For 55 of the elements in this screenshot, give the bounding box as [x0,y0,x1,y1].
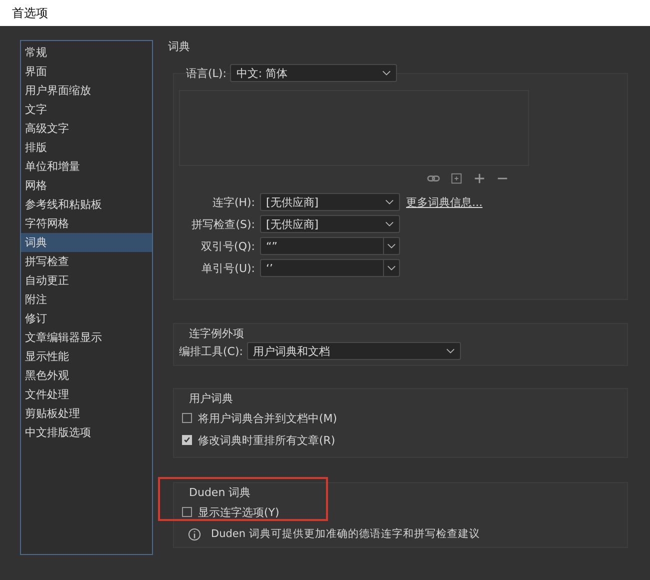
field-label: 单引号(U): [200,260,255,276]
category-item[interactable]: 文件处理 [21,385,152,404]
field-label: 编排工具(C): [179,344,243,358]
category-item[interactable]: 用户界面缩放 [21,81,152,100]
category-item[interactable]: 参考线和粘贴板 [21,195,152,214]
dropdown[interactable]: [无供应商] [260,193,400,211]
category-item[interactable]: 附注 [21,290,152,309]
info-icon [188,528,201,540]
language-dropdown[interactable]: 中文: 简体 [230,64,398,82]
plus-icon[interactable] [473,172,486,185]
category-item[interactable]: 拼写检查 [21,252,152,271]
category-item[interactable]: 自动更正 [21,271,152,290]
category-item[interactable]: 常规 [21,43,152,62]
category-item[interactable]: 界面 [21,62,152,81]
chevron-icon [382,70,392,76]
section-title: 词典 [168,39,191,55]
chevron-icon [387,265,396,271]
combo-box[interactable]: “” [260,237,400,255]
checkbox[interactable] [182,435,192,445]
group-title: Duden 词典 [189,485,252,501]
chevron-icon [385,221,394,227]
category-item[interactable]: 词典 [21,233,152,252]
more-info-link[interactable]: 更多词典信息... [406,194,482,210]
checkbox[interactable] [182,507,192,517]
chevron-icon [446,348,455,354]
category-item[interactable]: 排版 [21,138,152,157]
category-item[interactable]: 剪贴板处理 [21,404,152,423]
checkbox-label[interactable]: 显示连字选项(Y) [198,504,280,520]
window-title: 首选项 [12,4,48,22]
category-item[interactable]: 黑色外观 [21,366,152,385]
category-item[interactable]: 单位和增量 [21,157,152,176]
add-box-icon[interactable] [450,172,463,185]
group-title: 用户词典 [189,391,234,407]
chevron-icon [385,199,394,205]
category-item[interactable]: 文字 [21,100,152,119]
dropdown[interactable]: 用户词典和文档 [246,342,461,360]
group-title: 连字例外项 [189,326,245,342]
language-label: 语言(L): [186,66,226,80]
category-item[interactable]: 文章编辑器显示 [21,328,152,347]
chevron-icon [387,243,396,249]
category-item[interactable]: 高级文字 [21,119,152,138]
combo-box[interactable]: ‘’ [260,259,400,277]
checkbox-label[interactable]: 将用户词典合并到文档中(M) [198,410,338,426]
checkbox-label[interactable]: 修改词典时重排所有文章(R) [198,432,336,448]
field-label: 连字(H): [211,194,255,210]
category-item[interactable]: 网格 [21,176,152,195]
category-item[interactable]: 中文排版选项 [21,423,152,442]
field-label: 拼写检查(S): [190,216,255,232]
field-label: 双引号(Q): [200,238,255,254]
category-item[interactable]: 修订 [21,309,152,328]
dropdown[interactable]: [无供应商] [260,215,400,233]
checkbox[interactable] [182,413,192,423]
category-item[interactable]: 显示性能 [21,347,152,366]
info-text: Duden 词典可提供更加准确的德语连字和拼写检查建议 [211,527,480,541]
category-item[interactable]: 字符网格 [21,214,152,233]
